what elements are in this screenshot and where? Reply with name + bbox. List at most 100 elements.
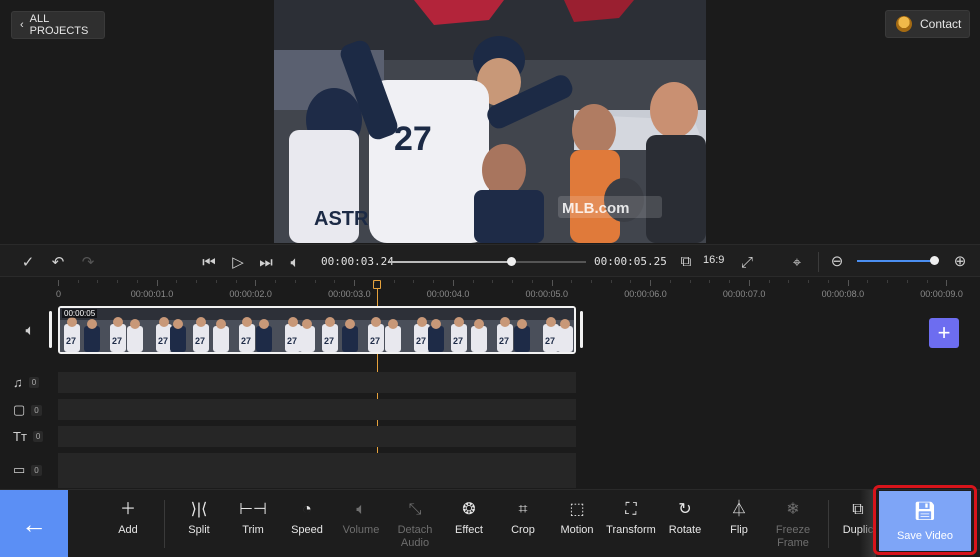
skip-forward-icon[interactable]: ⏭ — [256, 252, 276, 272]
ruler-tick — [255, 280, 257, 286]
tool-add-button[interactable]: ＋ Add — [100, 500, 156, 537]
ruler-minor-tick — [808, 280, 810, 283]
text-track-header[interactable]: Tт 0 — [13, 429, 44, 444]
tool-label: Transform — [606, 524, 656, 536]
ruler-tick — [847, 280, 849, 286]
svg-text:27: 27 — [545, 336, 555, 346]
fit-timeline-icon[interactable]: ⌖ — [787, 252, 807, 272]
check-icon[interactable]: ✓ — [19, 253, 37, 271]
aspect-ratio-icon[interactable]: ⧉ — [677, 252, 695, 270]
tool-label: Add — [118, 524, 138, 536]
flip-icon: ⏃ — [730, 500, 747, 518]
ruler-minor-tick — [314, 280, 316, 283]
track-mute-icon[interactable]: 🔈︎ — [20, 320, 40, 340]
tool-effect-button[interactable]: ❂ Effect — [441, 500, 497, 537]
speaker-icon[interactable]: 🔈︎ — [285, 252, 305, 272]
skip-back-icon[interactable]: ⏮ — [199, 252, 219, 272]
redo-icon[interactable]: ↷ — [79, 253, 97, 271]
fullscreen-icon[interactable]: ⤢ — [737, 252, 757, 272]
ruler-minor-tick — [531, 280, 533, 283]
tool-split-button[interactable]: ⟩|⟨ Split — [171, 500, 227, 537]
chevron-left-icon: ‹ — [20, 19, 24, 31]
all-projects-label: ALL PROJECTS — [29, 13, 89, 37]
crop-icon: ⌗ — [518, 500, 528, 518]
all-projects-button[interactable]: ‹ ALL PROJECTS — [11, 11, 105, 39]
arrow-left-icon: ← — [21, 508, 47, 539]
subtitle-track-header[interactable]: ▭ 0 — [13, 462, 42, 478]
svg-text:27: 27 — [158, 336, 168, 346]
ruler-minor-tick — [689, 280, 691, 283]
tool-rotate-button[interactable]: ↻ Rotate — [657, 500, 713, 537]
clip-left-handle[interactable] — [49, 311, 52, 348]
timeline-ruler[interactable]: 0 00:00:01.0 00:00:02.0 00:00:03.0 00:00:04.… — [0, 278, 980, 300]
sticker-track-header[interactable]: ▢ 0 — [13, 402, 42, 418]
zoom-slider-knob[interactable] — [930, 256, 939, 265]
clip-thumbnail: 27 — [404, 308, 448, 352]
video-preview[interactable]: 27 ASTR MLB.com — [274, 0, 706, 243]
ruler-tick — [551, 280, 553, 286]
ruler-minor-tick — [97, 280, 99, 283]
video-clip[interactable]: 00:00:05 27 27 27 27 27 27 27 27 27 27 27 27 — [58, 306, 576, 354]
ruler-tick-label: 00:00:08.0 — [821, 289, 865, 299]
ruler-minor-tick — [709, 280, 711, 283]
tool-label: Crop — [511, 524, 535, 536]
zoom-slider-track[interactable] — [857, 260, 936, 262]
add-media-button[interactable]: + — [929, 318, 959, 348]
subtitle-track-lane[interactable] — [58, 453, 576, 488]
ruler-tick-label: 00:00:06.0 — [624, 289, 667, 299]
tool-crop-button[interactable]: ⌗ Crop — [495, 500, 551, 537]
contact-button[interactable]: Contact — [885, 10, 970, 38]
ruler-minor-tick — [512, 280, 514, 283]
playback-scrubber[interactable] — [389, 257, 586, 266]
svg-text:27: 27 — [66, 336, 76, 346]
ruler-minor-tick — [472, 280, 474, 283]
svg-text:27: 27 — [195, 336, 205, 346]
save-video-button[interactable]: 💾︎ Save Video — [879, 491, 971, 551]
ruler-minor-tick — [413, 280, 415, 283]
zoom-in-icon[interactable]: ⊕ — [951, 252, 969, 270]
subtitle-icon: ▭ — [13, 462, 26, 477]
tool-label: Split — [188, 524, 210, 536]
tool-flip-button[interactable]: ⏃ Flip — [711, 500, 767, 537]
zoom-out-icon[interactable]: ⊖ — [828, 252, 846, 270]
ruler-minor-tick — [610, 280, 612, 283]
tool-transform-button[interactable]: ⛶ Transform — [603, 500, 659, 537]
tool-label: Effect — [455, 524, 483, 536]
clip-thumbnail: 27 — [318, 308, 362, 352]
tool-detach-audio-button[interactable]: ⤡ Detach Audio — [387, 500, 443, 550]
ruler-tick — [748, 280, 750, 286]
clip-right-handle[interactable] — [580, 311, 583, 348]
snowflake-icon: ❄ — [786, 500, 800, 518]
tool-trim-button[interactable]: ⊢⊣ Trim — [225, 500, 281, 537]
tool-motion-button[interactable]: ⬚ Motion — [549, 500, 605, 537]
ruler-tick-label: 00:00:01.0 — [130, 289, 174, 299]
tool-freeze-frame-button[interactable]: ❄ Freeze Frame — [765, 500, 821, 550]
ruler-minor-tick — [117, 280, 119, 283]
undo-icon[interactable]: ↶ — [49, 253, 67, 271]
ruler-minor-tick — [77, 280, 79, 283]
play-icon[interactable]: ▷ — [228, 252, 248, 272]
tool-speed-button[interactable]: ◔ Speed — [279, 500, 335, 537]
ruler-tick — [156, 280, 158, 286]
tool-volume-button[interactable]: 🔈︎ Volume — [333, 500, 389, 537]
ruler-tick — [452, 280, 454, 286]
tool-label: Motion — [560, 524, 594, 536]
svg-text:27: 27 — [416, 336, 426, 346]
music-track-header[interactable]: ♫ 0 — [13, 375, 40, 390]
playback-bar: ✓ ↶ ↷ ⏮ ▷ ⏭ 🔈︎ 00:00:03.24 00:00:05.25 ⧉… — [0, 244, 980, 277]
ruler-minor-tick — [215, 280, 217, 283]
back-button[interactable]: ← — [0, 490, 68, 557]
save-icon: 💾︎ — [913, 500, 937, 521]
ruler-minor-tick — [235, 280, 237, 283]
aspect-ratio-label[interactable]: 16:9 — [703, 254, 724, 266]
sticker-track-lane[interactable] — [58, 399, 576, 420]
ruler-tick-label: 00:00:05.0 — [525, 289, 569, 299]
mlb-watermark: MLB.com — [562, 200, 630, 217]
ruler-minor-tick — [926, 280, 928, 283]
scrubber-knob[interactable] — [507, 257, 517, 266]
music-track-lane[interactable] — [58, 372, 576, 393]
text-track-lane[interactable] — [58, 426, 576, 447]
svg-text:27: 27 — [499, 336, 509, 346]
svg-text:27: 27 — [287, 336, 297, 346]
music-note-icon: ♫ — [13, 375, 23, 390]
